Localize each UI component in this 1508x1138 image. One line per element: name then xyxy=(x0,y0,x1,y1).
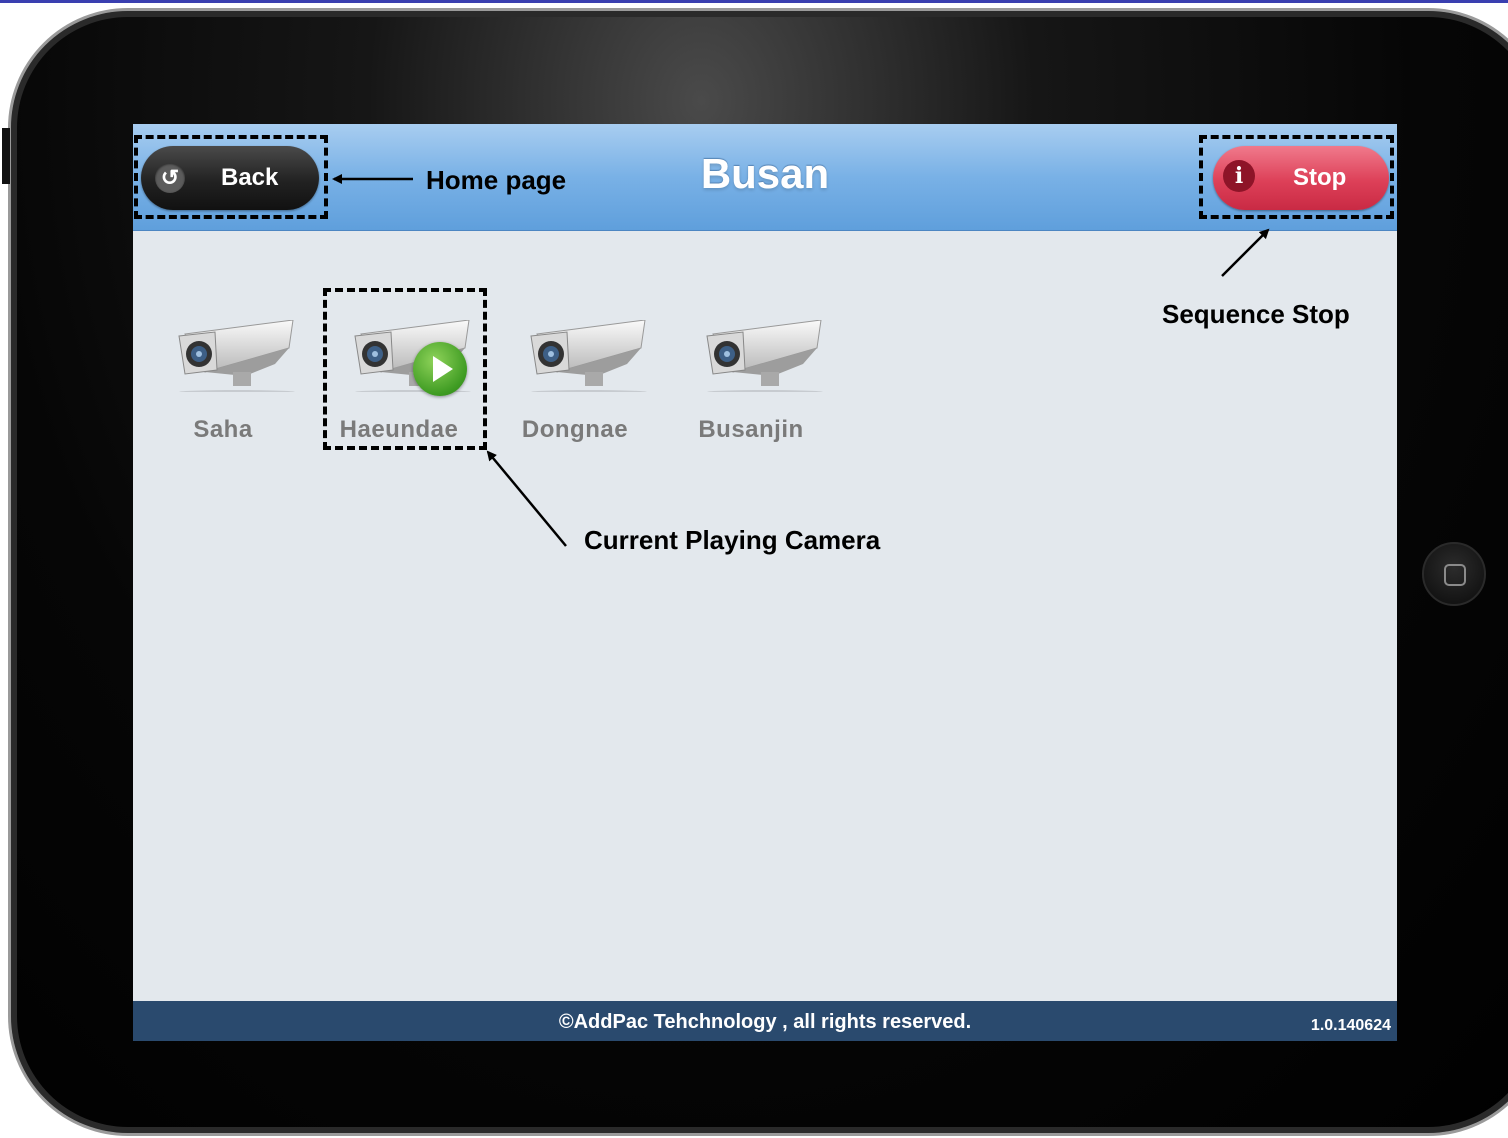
camera-item-busanjin[interactable]: Busanjin xyxy=(681,320,823,450)
camera-item-dongnae[interactable]: Dongnae xyxy=(505,320,647,450)
app-footer: ©AddPac Tehchnology , all rights reserve… xyxy=(133,1001,1397,1041)
stop-button-label: Stop xyxy=(1293,164,1347,191)
side-notch xyxy=(2,128,10,184)
camera-label: Saha xyxy=(193,416,253,443)
app-screen: ↺ Back Busan i Stop Saha Haeundae Dongna… xyxy=(133,124,1397,1041)
top-rule xyxy=(0,0,1508,3)
camera-label: Busanjin xyxy=(698,416,804,443)
app-header: ↺ Back Busan i Stop xyxy=(133,124,1397,231)
home-hardware-button[interactable] xyxy=(1422,542,1486,606)
play-icon xyxy=(413,342,467,396)
camera-label: Haeundae xyxy=(339,416,459,443)
version-text: 1.0.140624 xyxy=(1310,1017,1391,1034)
stop-button[interactable]: i Stop xyxy=(1213,146,1389,210)
page-title: Busan xyxy=(700,150,830,197)
camera-item-haeundae[interactable]: Haeundae xyxy=(329,320,471,450)
info-icon: i xyxy=(1223,160,1255,192)
camera-label: Dongnae xyxy=(521,416,629,443)
copyright-text: ©AddPac Tehchnology , all rights reserve… xyxy=(558,1011,972,1033)
home-square-icon xyxy=(1444,564,1466,586)
camera-item-saha[interactable]: Saha xyxy=(153,320,295,450)
cctv-camera-icon xyxy=(530,320,647,392)
cctv-camera-icon xyxy=(178,320,295,392)
cctv-camera-icon xyxy=(706,320,823,392)
